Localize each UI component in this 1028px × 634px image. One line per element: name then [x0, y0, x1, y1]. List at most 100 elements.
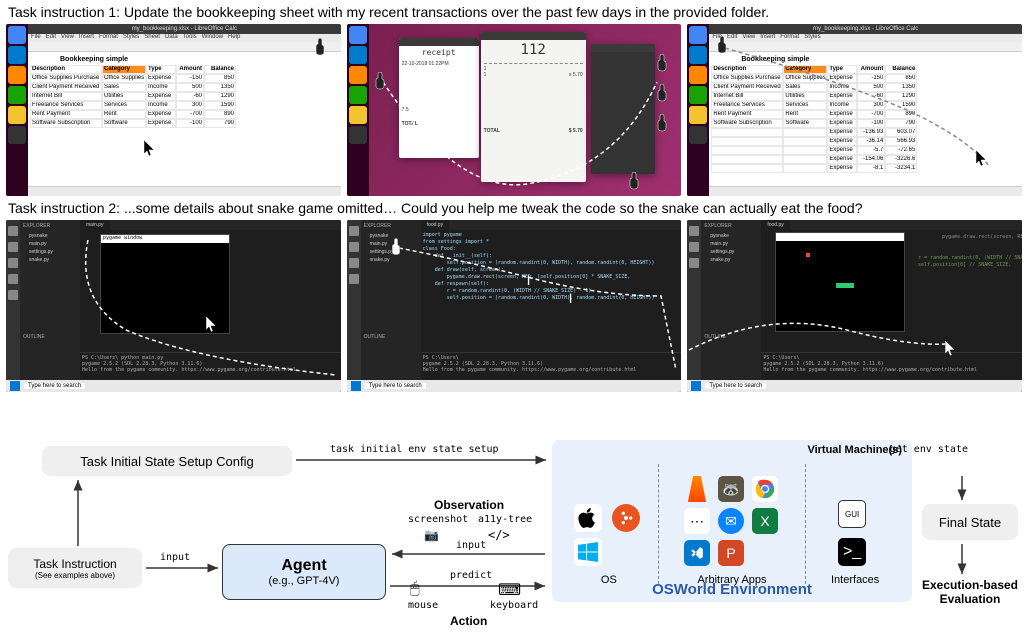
menu-edit[interactable]: Edit — [46, 34, 56, 42]
table-row[interactable]: Rent PaymentRentExpense-700890 — [30, 110, 339, 119]
file-item[interactable]: settings.py — [23, 248, 77, 256]
table-row[interactable]: Internet BillUtilitiesExpense-601290 — [30, 92, 339, 101]
dock-chrome-icon[interactable] — [349, 26, 367, 44]
dock-vlc-icon[interactable] — [349, 66, 367, 84]
vlc-icon — [684, 476, 710, 502]
calc-toolbar[interactable] — [709, 42, 1022, 52]
dock-files-icon[interactable] — [349, 106, 367, 124]
vscode-editor-group: food.py import pygame from settings impo… — [421, 220, 682, 392]
menu-window[interactable]: Window — [202, 34, 223, 42]
dock-vlc-icon[interactable] — [8, 66, 26, 84]
receipt-window-1[interactable]: receipt 22-10-2018 01:22PM 7.5 TOTAL — [399, 38, 479, 158]
windows-taskbar[interactable]: Type here to search — [687, 380, 1022, 392]
dock-terminal-icon[interactable] — [8, 126, 26, 144]
vscode-activity-bar[interactable] — [347, 220, 361, 392]
table-row[interactable]: Internet BillUtilitiesExpense-601290 — [711, 92, 1020, 101]
table-row[interactable]: Expense-154.06-3226.6 — [711, 155, 1020, 164]
excel-icon: X — [752, 508, 778, 534]
dock-vscode-icon[interactable] — [349, 46, 367, 64]
vscode-tabs[interactable]: main.py — [80, 220, 341, 230]
dock-libreoffice-icon[interactable] — [689, 86, 707, 104]
dock-terminal-icon[interactable] — [349, 126, 367, 144]
menu-format[interactable]: Format — [99, 34, 118, 42]
explorer-icon[interactable] — [8, 226, 18, 236]
vscode-editor[interactable]: pygame.draw.rect(screen, RED, (self.posi… — [761, 230, 1022, 352]
mouse-cursor-icon — [206, 316, 218, 334]
table-row[interactable]: Expense-5.7-72.65 — [711, 146, 1020, 155]
dock-vscode-icon[interactable] — [8, 46, 26, 64]
file-item[interactable]: snake.py — [23, 256, 77, 264]
search-box[interactable]: Type here to search — [24, 383, 85, 389]
debug-icon[interactable] — [8, 274, 18, 284]
config-label: Task Initial State Setup Config — [80, 454, 253, 469]
menu-insert[interactable]: Insert — [79, 34, 94, 42]
menu-file[interactable]: File — [31, 34, 41, 42]
table-row[interactable]: Client Payment ReceivedSalesIncome500135… — [711, 83, 1020, 92]
calc-menubar[interactable]: FileEditViewInsertFormatStyles — [709, 34, 1022, 42]
table-row[interactable]: Software SubscriptionSoftwareExpense-100… — [30, 119, 339, 128]
editor-tab[interactable]: food.py — [421, 220, 449, 230]
explorer-icon[interactable] — [689, 226, 699, 236]
windows-taskbar[interactable]: Type here to search — [6, 380, 341, 392]
mouse-cursor-icon — [945, 340, 957, 358]
dock-vscode-icon[interactable] — [689, 46, 707, 64]
calc-spreadsheet[interactable]: Bookkeeping simple Description Category … — [28, 52, 341, 186]
table-row[interactable]: Freelance ServicesServicesIncome3001590 — [711, 101, 1020, 110]
dock-libreoffice-icon[interactable] — [349, 86, 367, 104]
vscode-activity-bar[interactable] — [687, 220, 701, 392]
table-row[interactable]: Expense-136.93603.07 — [711, 128, 1020, 137]
dock-chrome-icon[interactable] — [689, 26, 707, 44]
vscode-explorer[interactable]: EXPLORER pysnake main.py settings.py sna… — [20, 220, 80, 392]
receipt-window-3[interactable] — [591, 44, 655, 174]
folder-name[interactable]: pysnake — [23, 232, 77, 240]
vscode-explorer[interactable]: EXPLORER pysnake main.py settings.py sna… — [701, 220, 761, 392]
table-row[interactable]: Rent PaymentRentExpense-700890 — [711, 110, 1020, 119]
table-row[interactable]: Freelance ServicesServicesIncome3001590 — [30, 101, 339, 110]
search-icon[interactable] — [8, 242, 18, 252]
table-row[interactable]: Office Supplies PurchaseOffice SuppliesE… — [30, 74, 339, 83]
table-row[interactable]: Expense-8.1-3234.1 — [711, 164, 1020, 173]
explorer-icon[interactable] — [349, 226, 359, 236]
vscode-tabs[interactable]: food.py — [761, 220, 1022, 230]
observation-label: Observation — [434, 498, 504, 512]
menu-help[interactable]: Help — [228, 34, 240, 42]
menu-data[interactable]: Data — [165, 34, 178, 42]
dock-terminal-icon[interactable] — [689, 126, 707, 144]
git-icon[interactable] — [349, 258, 359, 268]
table-row[interactable]: Office Supplies PurchaseOffice SuppliesE… — [711, 74, 1020, 83]
dock-files-icon[interactable] — [689, 106, 707, 124]
dock-libreoffice-icon[interactable] — [8, 86, 26, 104]
search-icon[interactable] — [689, 242, 699, 252]
vscode-activity-bar[interactable] — [6, 220, 20, 392]
calc-menubar[interactable]: File Edit View Insert Format Styles Shee… — [28, 34, 341, 42]
calc-toolbar[interactable] — [28, 42, 341, 52]
file-item[interactable]: main.py — [23, 240, 77, 248]
menu-view[interactable]: View — [61, 34, 74, 42]
git-icon[interactable] — [8, 258, 18, 268]
table-row[interactable]: Expense-36.14566.93 — [711, 137, 1020, 146]
vscode-editor[interactable]: import pygame from settings import * cla… — [421, 230, 682, 352]
pygame-window[interactable] — [775, 232, 905, 332]
dock-vlc-icon[interactable] — [689, 66, 707, 84]
vscode-tabs[interactable]: food.py — [421, 220, 682, 230]
hand-cursor-icon — [655, 84, 669, 102]
start-icon[interactable] — [351, 381, 361, 391]
start-icon[interactable] — [10, 381, 20, 391]
editor-tab[interactable]: main.py — [80, 220, 110, 230]
git-icon[interactable] — [689, 258, 699, 268]
menu-styles[interactable]: Styles — [123, 34, 139, 42]
menu-sheet[interactable]: Sheet — [144, 34, 160, 42]
extensions-icon[interactable] — [8, 290, 18, 300]
menu-tools[interactable]: Tools — [183, 34, 197, 42]
debug-icon[interactable] — [349, 274, 359, 284]
table-row[interactable]: Client Payment ReceivedSalesIncome500135… — [30, 83, 339, 92]
start-icon[interactable] — [691, 381, 701, 391]
dock-files-icon[interactable] — [8, 106, 26, 124]
search-icon[interactable] — [349, 242, 359, 252]
table-row[interactable]: Software SubscriptionSoftwareExpense-100… — [711, 119, 1020, 128]
windows-taskbar[interactable]: Type here to search — [347, 380, 682, 392]
hand-cursor-icon — [627, 172, 641, 190]
receipt-window-2[interactable]: 112 1 1s 5.70 TOTAL$ 5.70 — [481, 32, 586, 182]
env-title: OSWorld Environment — [552, 581, 912, 598]
dock-chrome-icon[interactable] — [8, 26, 26, 44]
